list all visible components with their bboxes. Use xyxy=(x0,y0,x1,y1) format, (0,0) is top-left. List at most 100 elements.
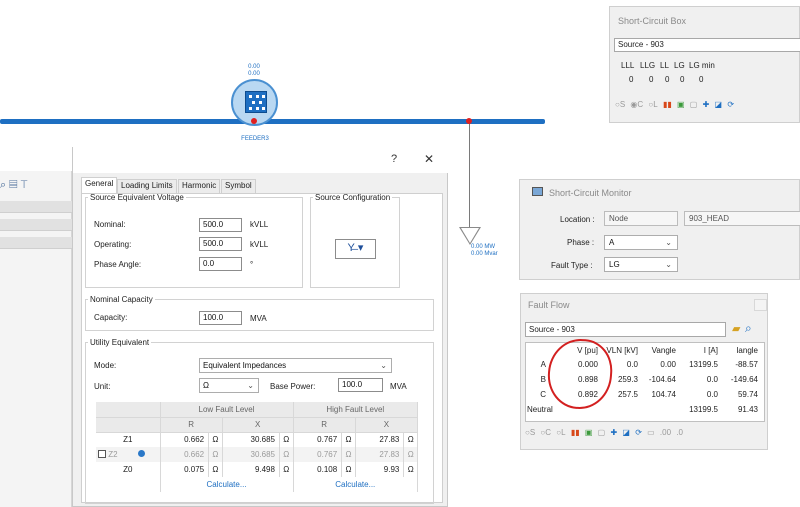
header-iangle: Iangle xyxy=(736,346,758,355)
bar-chart-icon[interactable]: ▮▮ xyxy=(571,428,580,437)
z2-checkbox[interactable] xyxy=(98,450,106,458)
table-row: Z1 0.662 Ω 30.685 Ω 0.767 Ω 27.83 Ω xyxy=(96,432,418,447)
high-x-cell: 27.83 xyxy=(355,447,405,462)
search-zoom-icon[interactable]: ⌕ xyxy=(0,179,9,191)
refresh-icon[interactable]: ⟳ xyxy=(635,428,642,437)
feeder-name-label: FEEDER3 xyxy=(241,136,269,142)
increase-decimals-button[interactable]: .00 xyxy=(660,428,671,437)
tab-loading-limits[interactable]: Loading Limits xyxy=(117,179,177,193)
bar-chart-icon[interactable]: ▮▮ xyxy=(663,100,672,109)
nominal-voltage-input[interactable]: 500.0 xyxy=(199,218,242,232)
row-name: Z1 xyxy=(96,432,161,447)
high-r-cell[interactable]: 0.108 xyxy=(293,462,343,477)
radio-s[interactable]: ○S xyxy=(525,428,535,437)
low-x-header: X xyxy=(222,417,294,433)
header-lg: LG xyxy=(674,61,685,70)
zoom-icon[interactable]: ⌕ xyxy=(745,321,752,336)
radio-l[interactable]: ○L xyxy=(648,100,657,109)
header-vangle: Vangle xyxy=(651,346,676,355)
ohm-label: Ω xyxy=(341,462,356,477)
phase-select[interactable]: A ⌄ xyxy=(604,235,678,250)
row-phase: Neutral xyxy=(527,405,553,414)
load-mvar: 0.00 Mvar xyxy=(471,251,498,257)
add-icon[interactable]: ✚ xyxy=(703,100,710,109)
fault-type-select[interactable]: LG ⌄ xyxy=(604,257,678,272)
radio-l[interactable]: ○L xyxy=(556,428,565,437)
help-button[interactable]: ? xyxy=(391,153,397,165)
vangle-cell: -104.64 xyxy=(648,375,676,384)
export-icon[interactable]: ▣ xyxy=(585,428,593,437)
left-panel-row[interactable] xyxy=(0,237,72,249)
close-button[interactable] xyxy=(754,299,767,311)
iangle-cell: -149.64 xyxy=(730,375,758,384)
tab-symbol[interactable]: Symbol xyxy=(221,179,256,193)
mode-select[interactable]: Equivalent Impedances ⌄ xyxy=(199,358,392,373)
layout-icon[interactable]: ▭ xyxy=(647,428,655,437)
i-cell: 13199.5 xyxy=(689,360,718,369)
i-cell: 0.0 xyxy=(706,375,718,384)
low-r-cell[interactable]: 0.662 xyxy=(160,432,210,447)
radio-c[interactable]: ◉C xyxy=(630,100,643,109)
fault-type-value: LG xyxy=(609,260,620,269)
left-panel-row[interactable] xyxy=(0,219,72,231)
source-properties-dialog: ? ✕ General Loading Limits Harmonic Symb… xyxy=(72,147,449,507)
phase-angle-label: Phase Angle: xyxy=(94,260,142,269)
load-triangle-inner xyxy=(461,228,479,243)
fault-type-label: Fault Type : xyxy=(551,261,593,270)
low-x-cell: 30.685 xyxy=(222,447,280,462)
radio-s[interactable]: ○S xyxy=(615,100,625,109)
folder-icon[interactable]: ▰ xyxy=(732,322,740,335)
high-x-cell[interactable]: 27.83 xyxy=(355,432,405,447)
decrease-decimals-button[interactable]: .0 xyxy=(676,428,683,437)
bus-line[interactable] xyxy=(0,119,545,124)
ohm-label: Ω xyxy=(403,432,418,447)
edit-icon[interactable]: ◪ xyxy=(622,428,630,437)
tab-general[interactable]: General xyxy=(81,177,118,193)
tab-harmonic[interactable]: Harmonic xyxy=(178,179,221,193)
low-r-header: R xyxy=(160,417,223,433)
unit-value: Ω xyxy=(203,381,209,390)
export-icon[interactable]: ▣ xyxy=(677,100,685,109)
high-r-header: R xyxy=(293,417,356,433)
calculate-low-link[interactable]: Calculate... xyxy=(160,477,294,492)
refresh-icon[interactable]: ⟳ xyxy=(727,100,734,109)
edit-icon[interactable]: ◪ xyxy=(715,100,723,109)
high-x-cell[interactable]: 9.93 xyxy=(355,462,405,477)
add-icon[interactable]: ✚ xyxy=(610,428,617,437)
low-r-cell[interactable]: 0.075 xyxy=(160,462,210,477)
i-cell: 0.0 xyxy=(706,390,718,399)
location-value-field: 903_HEAD xyxy=(684,211,800,226)
nominal-unit: kVLL xyxy=(250,220,269,229)
operating-label: Operating: xyxy=(94,240,132,249)
ohm-label: Ω xyxy=(279,432,294,447)
radio-c[interactable]: ○C xyxy=(540,428,551,437)
fault-flow-source[interactable]: Source - 903 xyxy=(525,322,726,337)
clipboard-icon[interactable]: ▢ xyxy=(598,428,606,437)
info-icon[interactable] xyxy=(137,450,145,457)
header-llg: LLG xyxy=(640,61,656,70)
clipboard-icon[interactable]: ▢ xyxy=(690,100,698,109)
low-x-cell[interactable]: 9.498 xyxy=(222,462,280,477)
table-icon[interactable]: ▤ xyxy=(9,179,20,191)
base-power-input[interactable]: 100.0 xyxy=(338,378,383,392)
close-button[interactable]: ✕ xyxy=(424,152,434,166)
ohm-label: Ω xyxy=(403,447,418,462)
left-toolbar: ⌕▤⊤ xyxy=(0,179,31,192)
capacity-input[interactable]: 100.0 xyxy=(199,311,242,325)
left-panel-row[interactable] xyxy=(0,201,72,213)
low-x-cell[interactable]: 30.685 xyxy=(222,432,280,447)
ohm-label: Ω xyxy=(208,462,223,477)
calculate-high-link[interactable]: Calculate... xyxy=(293,477,419,492)
unit-select[interactable]: Ω ⌄ xyxy=(199,378,259,393)
operating-voltage-input[interactable]: 500.0 xyxy=(199,237,242,251)
filter-icon[interactable]: ⊤ xyxy=(21,179,31,191)
sc-box-source[interactable]: Source - 903 xyxy=(614,38,800,52)
value-lg-min: 0 xyxy=(699,75,704,84)
ohm-label: Ω xyxy=(279,447,294,462)
value-lg: 0 xyxy=(680,75,685,84)
source-config-button[interactable]: Y̶ ▾ xyxy=(335,239,376,259)
feeder-node-dot[interactable] xyxy=(251,118,257,124)
load-connector xyxy=(469,124,470,228)
high-r-cell[interactable]: 0.767 xyxy=(293,432,343,447)
phase-angle-input[interactable]: 0.0 xyxy=(199,257,242,271)
